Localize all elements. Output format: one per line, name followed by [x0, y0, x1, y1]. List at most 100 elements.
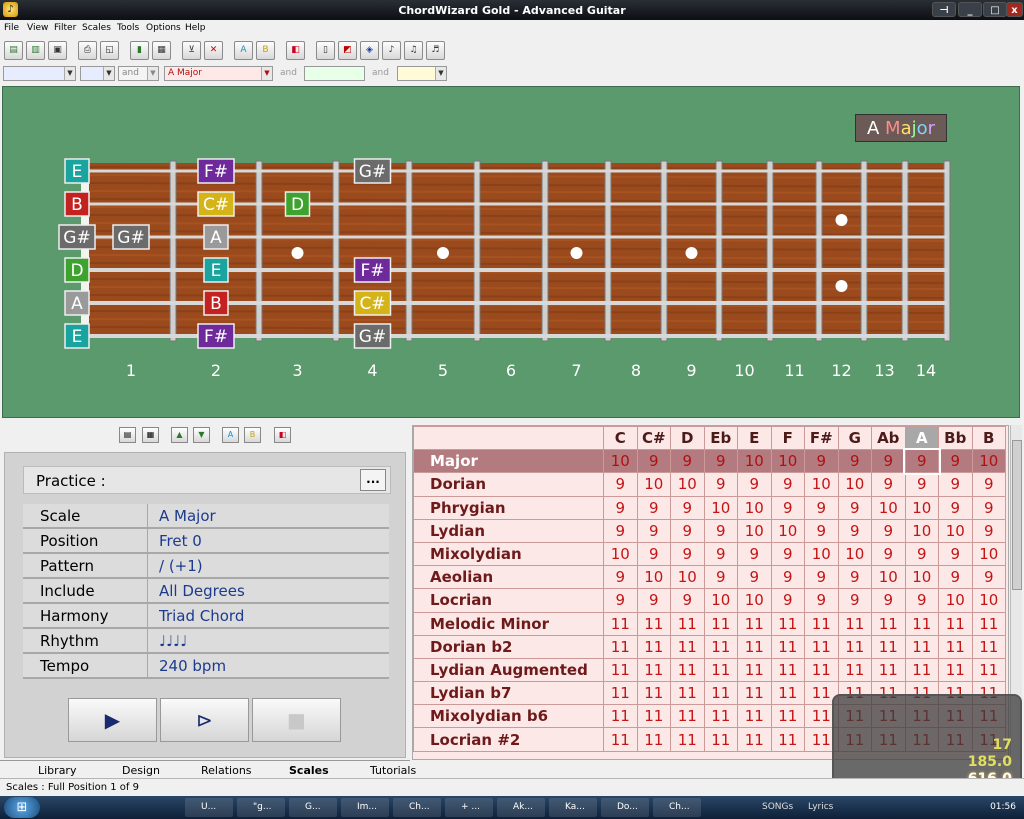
fret-note[interactable]: C#: [353, 290, 392, 316]
scale-count-cell[interactable]: 9: [971, 472, 1006, 497]
fret-note[interactable]: E: [203, 257, 229, 283]
list-view-icon[interactable]: ▦: [142, 427, 159, 443]
chord-icon[interactable]: ◩: [338, 41, 357, 60]
scale-count-cell[interactable]: 9: [737, 565, 772, 590]
scale-count-cell[interactable]: 9: [871, 588, 906, 613]
key-header[interactable]: Ab: [871, 426, 906, 451]
scale-count-cell[interactable]: 9: [703, 541, 738, 567]
scale-count-cell[interactable]: 10: [737, 495, 772, 520]
open-string-note[interactable]: B: [64, 191, 90, 217]
scale-view-icon[interactable]: ◈: [360, 41, 379, 60]
arrow-down-icon[interactable]: ▼: [193, 427, 210, 443]
scale-count-cell[interactable]: 10: [770, 518, 805, 543]
tab-tutorials[interactable]: Tutorials: [370, 764, 416, 777]
scale-name[interactable]: Dorian: [413, 472, 604, 497]
scale-count-cell[interactable]: 9: [636, 518, 671, 543]
print-icon[interactable]: ⎙: [78, 41, 97, 60]
scale-count-cell[interactable]: 9: [871, 518, 906, 543]
scale-count-cell[interactable]: 10: [770, 449, 805, 474]
scale-count-cell[interactable]: 9: [837, 565, 872, 590]
scale-count-cell[interactable]: 10: [871, 495, 906, 520]
scale-name[interactable]: Locrian: [413, 588, 604, 613]
scale-count-cell[interactable]: 11: [737, 704, 772, 729]
scale-count-cell[interactable]: 9: [703, 472, 738, 497]
scale-count-cell[interactable]: 9: [837, 449, 872, 474]
scale-count-cell[interactable]: 11: [670, 611, 705, 636]
scale-count-cell[interactable]: 9: [770, 541, 805, 567]
scale-count-cell[interactable]: 10: [938, 518, 973, 543]
scale-count-cell[interactable]: 9: [703, 565, 738, 590]
scale-count-cell[interactable]: 9: [804, 588, 839, 613]
open-string-note[interactable]: E: [64, 323, 90, 349]
scale-count-cell[interactable]: 9: [770, 588, 805, 613]
scale-count-cell[interactable]: 11: [603, 611, 638, 636]
minimize-button[interactable]: _: [958, 2, 982, 17]
taskbar-item[interactable]: Do...: [601, 798, 649, 817]
tab-library[interactable]: Library: [38, 764, 76, 777]
start-button[interactable]: ⊞: [4, 797, 40, 818]
play-button[interactable]: ▶: [68, 698, 157, 742]
scale-count-cell[interactable]: 10: [603, 541, 638, 567]
filter-select-3[interactable]: [304, 66, 365, 81]
a-mode-icon[interactable]: A: [222, 427, 239, 443]
close-button[interactable]: x: [1006, 2, 1023, 17]
scale-count-cell[interactable]: 9: [938, 472, 973, 497]
scale-count-cell[interactable]: 11: [636, 704, 671, 729]
scale-count-cell[interactable]: 11: [804, 657, 839, 683]
menu-options[interactable]: Options: [146, 23, 181, 33]
scale-count-cell[interactable]: 9: [971, 518, 1006, 543]
scale-count-cell[interactable]: 11: [770, 704, 805, 729]
setting-row[interactable]: Rhythm ♩♩♩♩: [23, 629, 389, 654]
scale-count-cell[interactable]: 10: [904, 495, 939, 520]
notes2-icon[interactable]: ♫: [404, 41, 423, 60]
fret-note[interactable]: G#: [353, 158, 392, 184]
tab-design[interactable]: Design: [122, 764, 160, 777]
filter-select-1[interactable]: ▼: [3, 66, 76, 81]
scale-count-cell[interactable]: 11: [971, 611, 1006, 636]
open-string-note[interactable]: G#: [58, 224, 96, 250]
filter-and-select[interactable]: and ▼: [118, 66, 159, 81]
taskbar-item[interactable]: Ak...: [497, 798, 545, 817]
scale-count-cell[interactable]: 9: [670, 449, 705, 474]
scale-name[interactable]: Locrian #2: [413, 727, 604, 752]
fret-note[interactable]: A: [203, 224, 229, 250]
scale-count-cell[interactable]: 11: [737, 611, 772, 636]
taskbar-item[interactable]: + ...: [445, 798, 493, 817]
scale-count-cell[interactable]: 11: [670, 657, 705, 683]
scale-count-cell[interactable]: 11: [871, 634, 906, 659]
scale-count-cell[interactable]: 9: [603, 518, 638, 543]
scale-count-cell[interactable]: 10: [837, 541, 872, 567]
menu-view[interactable]: View: [27, 23, 48, 33]
scale-count-cell[interactable]: 9: [770, 472, 805, 497]
setting-value[interactable]: ♩♩♩♩: [148, 629, 187, 652]
key-header[interactable]: Eb: [703, 426, 738, 451]
scale-count-cell[interactable]: 11: [837, 611, 872, 636]
scale-count-cell[interactable]: 11: [938, 634, 973, 659]
scale-count-cell[interactable]: 11: [904, 634, 939, 659]
scale-row[interactable]: Locrian 9 9 9 10 10 9 9 9 9 9 10 10: [413, 588, 1006, 613]
setting-value[interactable]: / (+1): [148, 554, 203, 577]
scale-count-cell[interactable]: 9: [603, 588, 638, 613]
scale-count-cell[interactable]: 11: [770, 611, 805, 636]
scale-count-cell[interactable]: 10: [971, 588, 1006, 613]
taskbar-item[interactable]: G...: [289, 798, 337, 817]
scale-count-cell[interactable]: 10: [971, 449, 1006, 474]
key-header[interactable]: B: [971, 426, 1006, 451]
scale-count-cell[interactable]: 11: [703, 704, 738, 729]
scale-count-cell[interactable]: 10: [938, 588, 973, 613]
scale-count-cell[interactable]: 9: [670, 495, 705, 520]
fret-note[interactable]: F#: [353, 257, 392, 283]
fret-note[interactable]: G#: [112, 224, 150, 250]
scale-count-cell[interactable]: 11: [971, 657, 1006, 683]
scale-count-cell[interactable]: 11: [737, 657, 772, 683]
open-string-note[interactable]: E: [64, 158, 90, 184]
scale-count-cell[interactable]: 11: [703, 681, 738, 706]
scale-name[interactable]: Melodic Minor: [413, 611, 604, 636]
scale-name[interactable]: Lydian Augmented: [413, 657, 604, 683]
key-header[interactable]: C: [603, 426, 638, 451]
scale-count-cell[interactable]: 11: [636, 727, 671, 752]
scale-count-cell[interactable]: 9: [871, 449, 906, 474]
tab-scales[interactable]: Scales: [289, 764, 329, 777]
scale-count-cell[interactable]: 9: [737, 541, 772, 567]
key-header[interactable]: E: [737, 426, 772, 451]
